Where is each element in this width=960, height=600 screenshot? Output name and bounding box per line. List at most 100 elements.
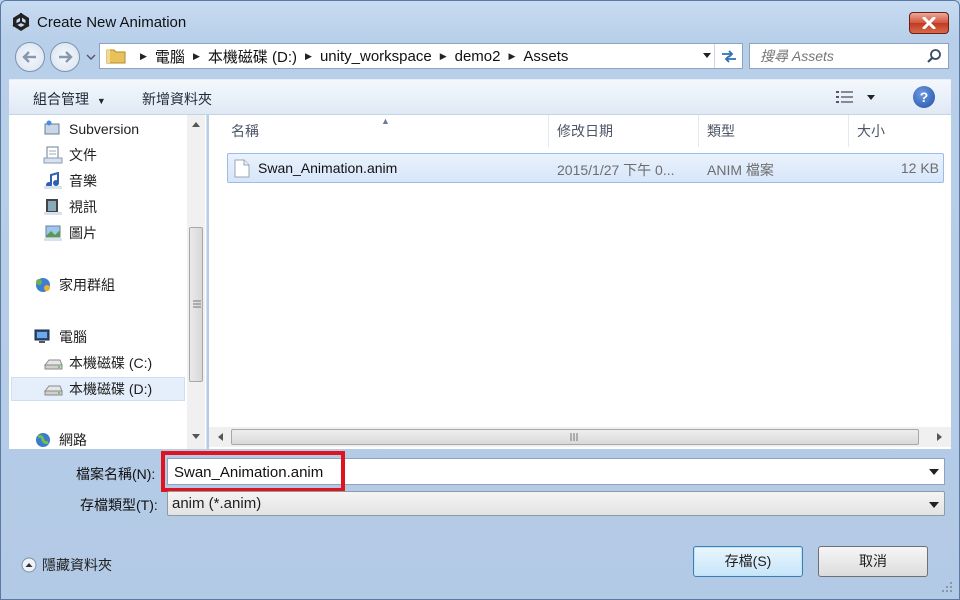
sidebar-item-pictures[interactable]: 圖片 bbox=[43, 221, 97, 245]
scroll-right-icon[interactable] bbox=[937, 433, 943, 441]
breadcrumb-demo2[interactable]: demo2 bbox=[455, 48, 501, 65]
sidebar-item-subversion[interactable]: Subversion bbox=[43, 117, 139, 141]
chevron-right-icon[interactable]: ▶ bbox=[193, 51, 200, 62]
file-icon bbox=[234, 159, 250, 178]
organize-button[interactable]: 組合管理 ▼ bbox=[33, 89, 106, 109]
sidebar-item-label: 本機磁碟 (D:) bbox=[69, 381, 153, 397]
chevron-up-circle-icon bbox=[21, 557, 37, 573]
scroll-left-icon[interactable] bbox=[217, 433, 223, 441]
hide-folders-label: 隱藏資料夾 bbox=[42, 557, 112, 573]
refresh-button[interactable] bbox=[714, 44, 742, 68]
scrollbar-thumb[interactable] bbox=[231, 429, 919, 445]
chevron-right-icon[interactable]: ▶ bbox=[140, 51, 147, 62]
sidebar-item-drive-c[interactable]: 本機磁碟 (C:) bbox=[43, 351, 152, 375]
resize-grip-icon[interactable] bbox=[941, 581, 953, 593]
computer-icon bbox=[34, 329, 50, 343]
sidebar-item-documents[interactable]: 文件 bbox=[43, 143, 97, 167]
filetype-label: 存檔類型(T): bbox=[80, 497, 158, 513]
back-button[interactable] bbox=[15, 42, 45, 72]
chevron-down-icon[interactable] bbox=[929, 468, 939, 476]
scroll-up-icon[interactable] bbox=[192, 121, 200, 127]
breadcrumb-assets[interactable]: Assets bbox=[523, 48, 568, 65]
video-icon bbox=[44, 199, 62, 215]
sidebar-item-music[interactable]: 音樂 bbox=[43, 169, 97, 193]
sidebar-item-label: 本機磁碟 (C:) bbox=[69, 355, 153, 371]
sidebar-item-video[interactable]: 視訊 bbox=[43, 195, 97, 219]
refresh-icon bbox=[721, 50, 736, 63]
address-bar[interactable]: ▶ 電腦 ▶ 本機磁碟 (D:) ▶ unity_workspace ▶ dem… bbox=[99, 43, 743, 69]
sidebar-item-label: Subversion bbox=[69, 121, 140, 137]
sidebar-item-label: 家用群組 bbox=[59, 277, 115, 293]
arrow-left-icon bbox=[22, 51, 36, 63]
chevron-right-icon[interactable]: ▶ bbox=[440, 51, 447, 62]
grip-icon bbox=[570, 433, 578, 441]
save-button[interactable]: 存檔(S) bbox=[693, 546, 803, 577]
search-box[interactable] bbox=[749, 43, 949, 69]
subversion-icon bbox=[44, 120, 60, 135]
drive-icon bbox=[43, 359, 63, 370]
forward-button[interactable] bbox=[50, 42, 80, 72]
close-icon bbox=[922, 17, 936, 29]
drive-icon bbox=[43, 385, 63, 396]
documents-icon bbox=[43, 146, 63, 164]
filetype-value: anim (*.anim) bbox=[172, 495, 262, 512]
search-icon[interactable] bbox=[926, 48, 942, 64]
breadcrumb-computer[interactable]: 電腦 bbox=[155, 46, 185, 67]
filename-label: 檔案名稱(N): bbox=[76, 466, 156, 482]
column-header-modified[interactable]: 修改日期 bbox=[549, 115, 699, 147]
scrollbar-thumb[interactable] bbox=[189, 227, 203, 382]
view-options-button[interactable] bbox=[835, 89, 879, 108]
scroll-down-icon[interactable] bbox=[192, 434, 200, 440]
breadcrumb-drive-d[interactable]: 本機磁碟 (D:) bbox=[208, 46, 297, 67]
navigation-pane: Subversion 文件 音樂 視訊 圖片 家用群組 電腦 本機磁碟 (C:)… bbox=[9, 115, 207, 449]
new-folder-button[interactable]: 新增資料夾 bbox=[142, 89, 212, 109]
recent-pages-dropdown[interactable] bbox=[85, 50, 97, 64]
highlight-annotation bbox=[161, 451, 345, 492]
filetype-select[interactable]: anim (*.anim) bbox=[167, 491, 945, 516]
file-row[interactable]: Swan_Animation.anim 2015/1/27 下午 0... AN… bbox=[227, 153, 944, 183]
cancel-button[interactable]: 取消 bbox=[818, 546, 928, 577]
view-list-icon bbox=[836, 91, 875, 103]
organize-label: 組合管理 bbox=[33, 91, 89, 107]
sidebar-item-label: 文件 bbox=[69, 147, 97, 163]
sidebar-item-drive-d[interactable]: 本機磁碟 (D:) bbox=[11, 377, 185, 401]
music-icon bbox=[44, 172, 62, 189]
column-header-size[interactable]: 大小 bbox=[849, 115, 949, 147]
chevron-right-icon[interactable]: ▶ bbox=[305, 51, 312, 62]
pictures-icon bbox=[44, 225, 62, 241]
sidebar-scrollbar[interactable] bbox=[187, 115, 205, 449]
search-input[interactable] bbox=[758, 47, 918, 65]
hide-folders-toggle[interactable]: 隱藏資料夾 bbox=[21, 555, 112, 575]
column-header-type[interactable]: 類型 bbox=[699, 115, 849, 147]
file-size: 12 KB bbox=[900, 160, 939, 176]
sidebar-item-label: 網路 bbox=[59, 432, 87, 448]
homegroup-icon bbox=[36, 278, 50, 292]
sidebar-item-network[interactable]: 網路 bbox=[33, 428, 87, 452]
sidebar-item-label: 視訊 bbox=[69, 199, 97, 215]
chevron-right-icon[interactable]: ▶ bbox=[508, 51, 515, 62]
file-name: Swan_Animation.anim bbox=[258, 160, 398, 176]
file-type: ANIM 檔案 bbox=[707, 162, 774, 178]
sidebar-item-computer[interactable]: 電腦 bbox=[33, 325, 87, 349]
file-modified: 2015/1/27 下午 0... bbox=[557, 162, 675, 178]
sort-ascending-icon: ▲ bbox=[381, 116, 390, 126]
sidebar-item-label: 電腦 bbox=[59, 329, 87, 345]
window-title: Create New Animation bbox=[37, 14, 187, 31]
title-bar: Create New Animation bbox=[1, 1, 959, 43]
sidebar-item-label: 圖片 bbox=[69, 225, 97, 241]
toolbar: 組合管理 ▼ 新增資料夾 ? bbox=[9, 79, 951, 115]
file-list-scrollbar[interactable] bbox=[209, 427, 951, 447]
close-button[interactable] bbox=[909, 12, 949, 34]
help-button[interactable]: ? bbox=[913, 86, 935, 108]
breadcrumb-unity-workspace[interactable]: unity_workspace bbox=[320, 48, 432, 65]
network-icon bbox=[36, 433, 50, 447]
save-dialog: Create New Animation ▶ 電腦 ▶ 本機磁碟 (D:) ▶ … bbox=[0, 0, 960, 600]
chevron-down-icon bbox=[929, 502, 939, 508]
address-dropdown-icon[interactable] bbox=[702, 50, 712, 60]
column-header-name[interactable]: 名稱 ▲ bbox=[209, 115, 549, 147]
file-list: 名稱 ▲ 修改日期 類型 大小 Swan_Animation.anim 2015… bbox=[209, 115, 951, 449]
sidebar-item-label: 音樂 bbox=[69, 173, 97, 189]
caret-down-icon: ▼ bbox=[96, 96, 106, 106]
grip-icon bbox=[193, 300, 201, 308]
sidebar-item-homegroup[interactable]: 家用群組 bbox=[33, 273, 115, 297]
